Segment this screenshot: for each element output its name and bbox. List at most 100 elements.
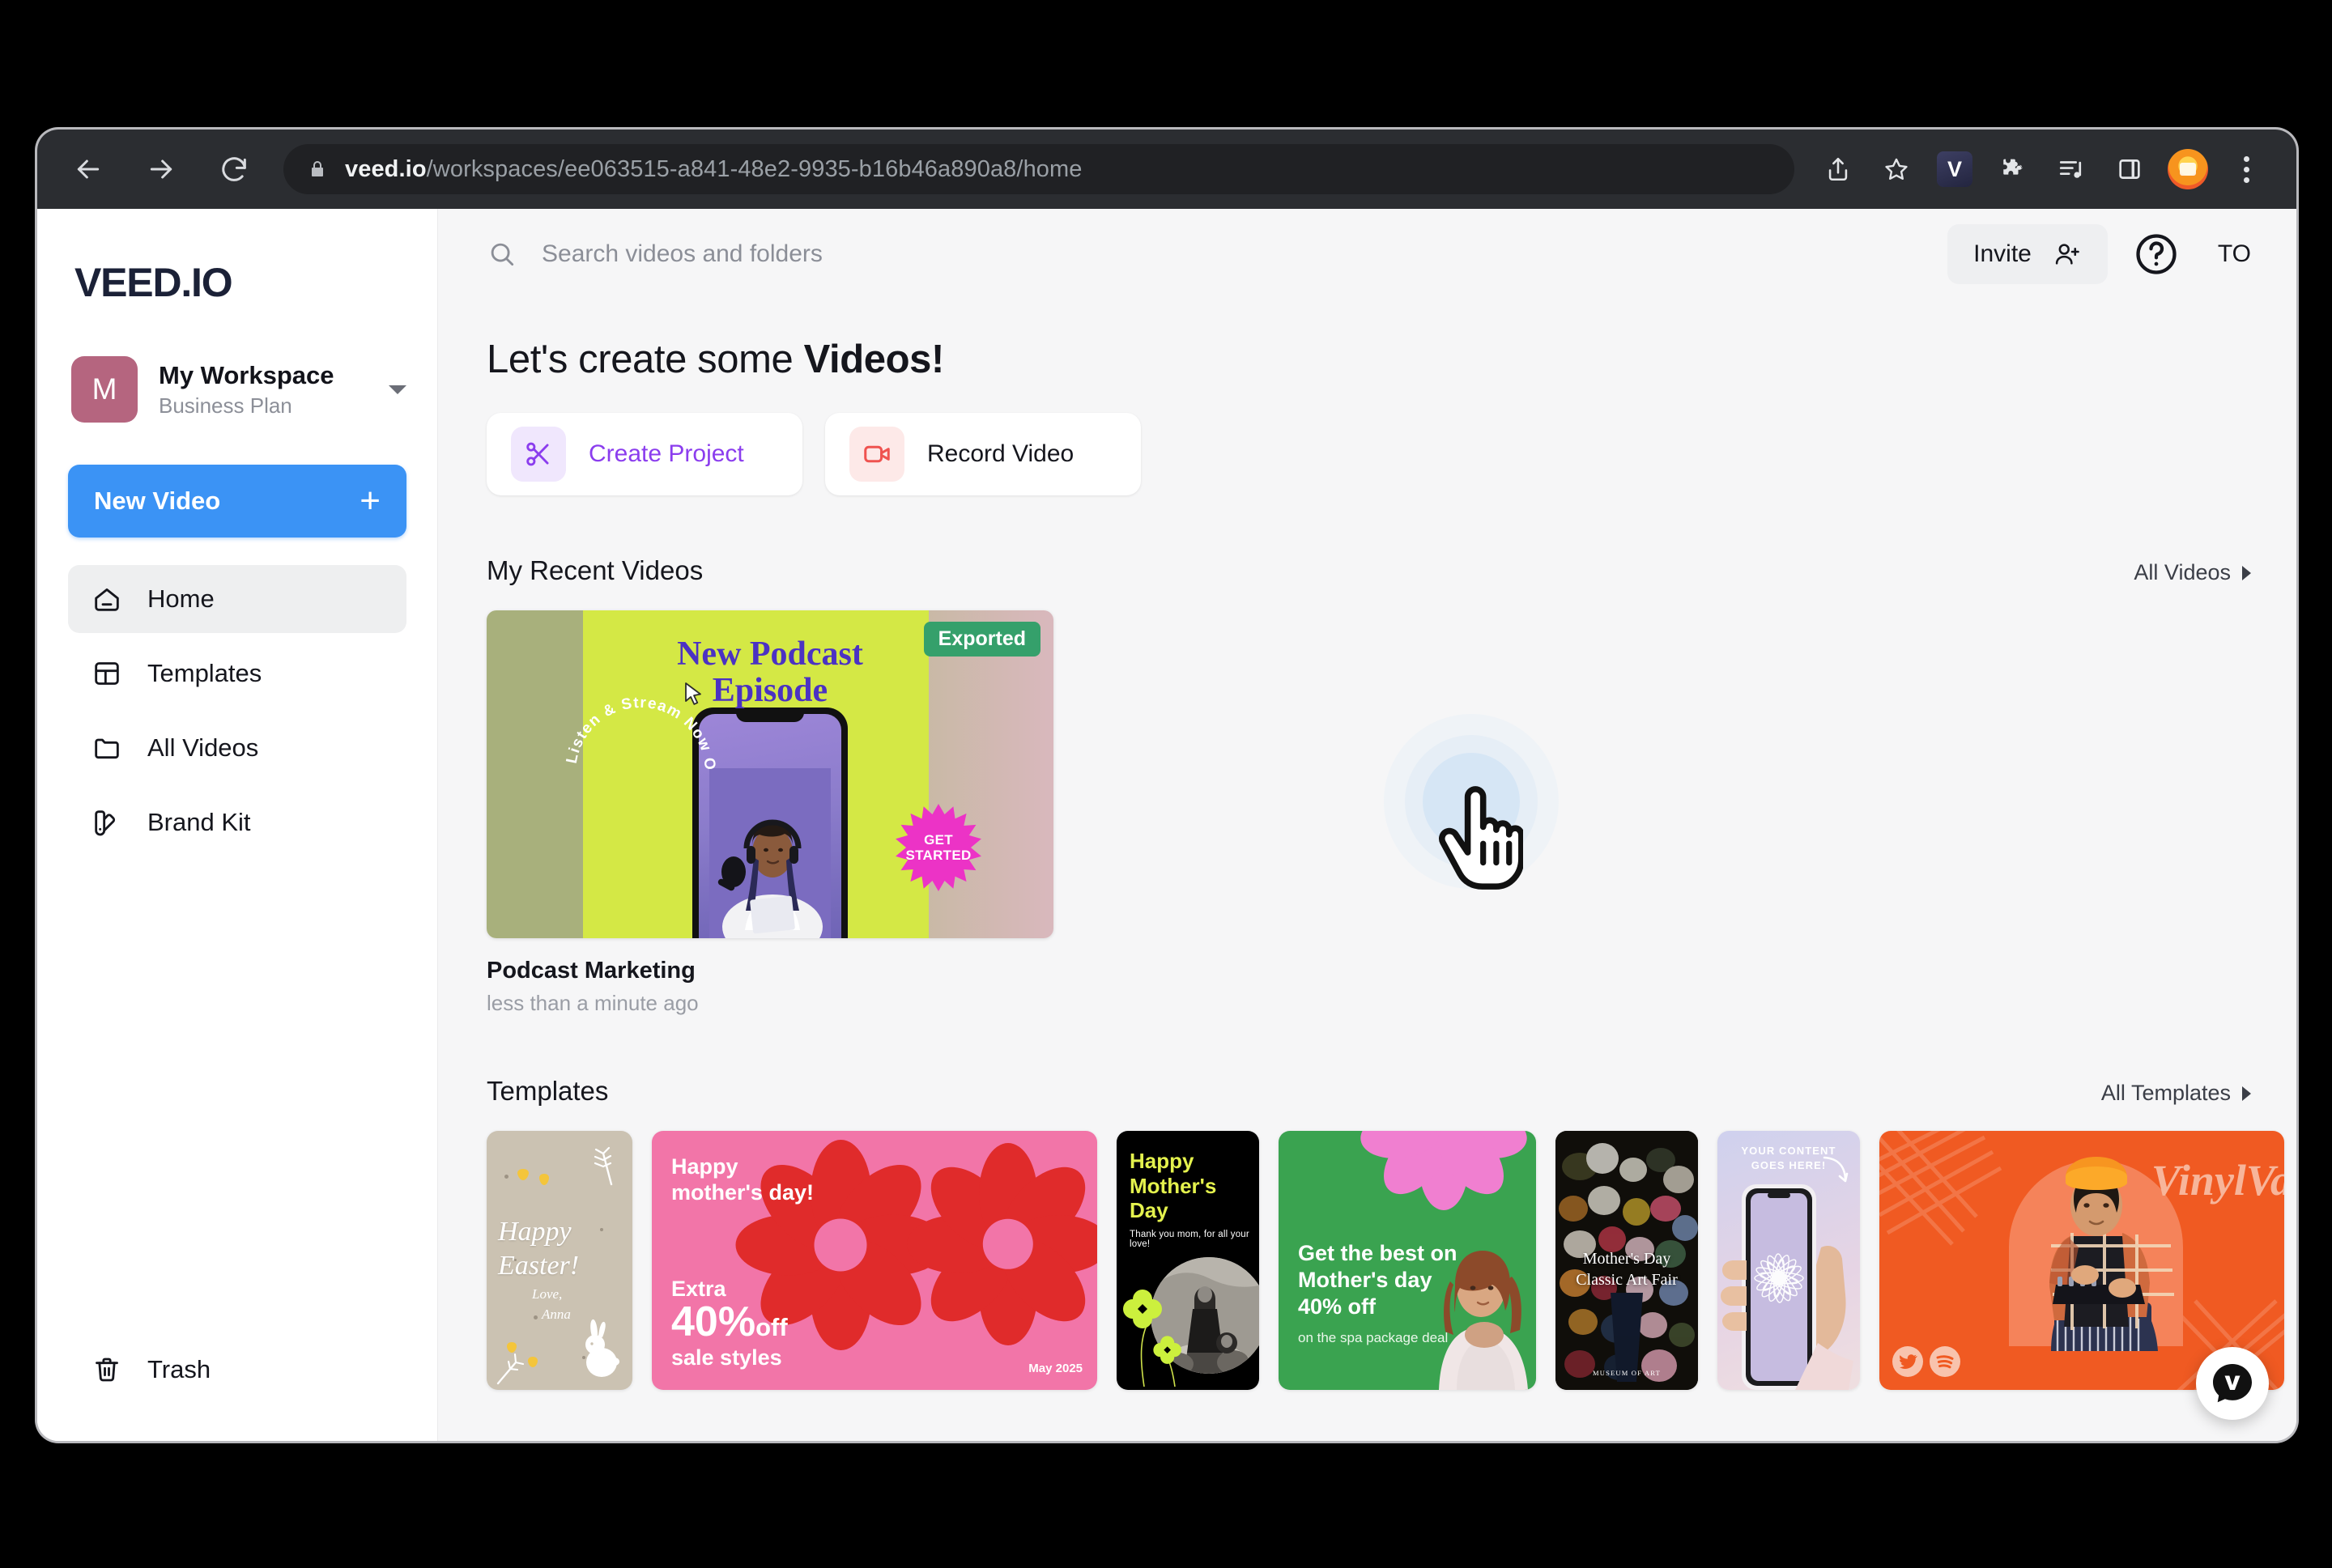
camcorder-icon [849, 427, 904, 482]
hand-holding-phone [1721, 1184, 1853, 1390]
sidebar-footer: Trash [68, 1336, 406, 1441]
sidebar-item-templates[interactable]: Templates [68, 640, 406, 708]
help-circle-icon[interactable] [2132, 230, 2181, 278]
all-templates-link[interactable]: All Templates [2101, 1081, 2251, 1106]
wheat-sprig-icon [594, 1146, 613, 1186]
video-title: Podcast Marketing [487, 958, 696, 984]
invite-button[interactable]: Invite [1947, 224, 2108, 284]
veed-extension-label: V [1937, 151, 1972, 187]
profile-avatar-icon[interactable] [2159, 144, 2217, 194]
template-line: GOES HERE! [1751, 1158, 1827, 1171]
search-box[interactable] [487, 239, 1924, 270]
sidebar-item-all-videos[interactable]: All Videos [68, 714, 406, 782]
chevron-right-icon [2242, 565, 2251, 580]
template-card-your-content[interactable]: YOUR CONTENT GOES HERE! [1717, 1131, 1860, 1390]
template-line: Happy [671, 1154, 738, 1179]
brand-kit-icon [95, 810, 116, 836]
section-title: Templates [487, 1076, 609, 1106]
back-arrow-icon[interactable] [70, 151, 107, 188]
tulip-icon [517, 1169, 529, 1180]
template-line: 40% off [1298, 1294, 1377, 1319]
reload-icon[interactable] [215, 151, 253, 188]
sidebar-nav: Home Templates All Videos Brand Kit [68, 565, 406, 856]
circular-text: Listen & Stream Now On [560, 691, 717, 771]
invite-label: Invite [1973, 240, 2032, 267]
workspace-switcher[interactable]: M My Workspace Business Plan [71, 356, 406, 423]
all-videos-label: All Videos [2134, 560, 2231, 584]
twitter-icon [1892, 1346, 1923, 1377]
search-input[interactable] [542, 240, 1924, 268]
plus-icon: + [360, 481, 381, 521]
main-column: Invite TO Let's create some Videos! [438, 209, 2296, 1441]
record-video-label: Record Video [927, 440, 1075, 467]
home-icon [95, 588, 119, 611]
video-thumbnail[interactable]: Exported New Podcast Episode Listen & St… [487, 610, 1053, 938]
new-video-button[interactable]: New Video + [68, 465, 406, 538]
all-videos-link[interactable]: All Videos [2134, 560, 2251, 585]
template-line: mother's day! [671, 1180, 814, 1205]
template-offer: Extra 40%off sale styles [671, 1277, 788, 1369]
forward-arrow-icon[interactable] [143, 151, 180, 188]
video-timestamp: less than a minute ago [487, 991, 699, 1015]
template-line: Happy [498, 1217, 572, 1247]
template-card-happy-easter[interactable]: Happy Easter! Love, Anna [487, 1131, 632, 1390]
template-line: Easter! [498, 1251, 580, 1281]
content-area: Let's create some Videos! Create Project [438, 300, 2296, 1441]
tulip-icon [507, 1342, 517, 1353]
template-subtext: Love, Anna [532, 1285, 571, 1324]
reading-list-icon[interactable] [2042, 144, 2100, 194]
create-project-card[interactable]: Create Project [487, 413, 802, 495]
templates-carousel: Happy Easter! Love, Anna Happy mother's … [487, 1131, 2284, 1390]
template-card-mothers-day-black[interactable]: Happy Mother's Day Thank you mom, for al… [1117, 1131, 1259, 1390]
daisy-flower-icon [1356, 1131, 1531, 1210]
star-icon[interactable] [1867, 144, 1926, 194]
crosshatch-pattern [1879, 1131, 2002, 1246]
veed-extension-icon[interactable]: V [1926, 144, 1984, 194]
app-body: VEED.IO M My Workspace Business Plan New… [37, 209, 2296, 1441]
template-subtext: Thank you mom, for all your love! [1130, 1230, 1249, 1249]
browser-window: veed.io/workspaces/ee063515-a841-48e2-99… [37, 130, 2296, 1441]
browser-toolbar: veed.io/workspaces/ee063515-a841-48e2-99… [37, 130, 2296, 209]
sidebar-item-brand-kit[interactable]: Brand Kit [68, 788, 406, 856]
template-heading: Happy Mother's Day [1130, 1149, 1216, 1223]
recent-video-card[interactable]: Exported New Podcast Episode Listen & St… [487, 610, 1053, 1016]
recent-videos-header: My Recent Videos All Videos [487, 555, 2251, 586]
search-icon [491, 243, 514, 266]
pointing-hand-cursor [1439, 786, 1523, 890]
headline-bold: Videos! [803, 338, 945, 381]
starburst-line2: STARTED [905, 848, 972, 863]
template-card-mothers-day-sale[interactable]: Happy mother's day! Extra 40%off sale st… [652, 1131, 1097, 1390]
sidebar-item-trash[interactable]: Trash [68, 1336, 406, 1404]
url-path: /workspaces/ee063515-a841-48e2-9935-b16b… [426, 155, 1083, 182]
address-bar[interactable]: veed.io/workspaces/ee063515-a841-48e2-99… [283, 144, 1794, 194]
template-card-classic-art-fair[interactable]: Mother's Day Classic Art Fair MUSEUM OF … [1555, 1131, 1698, 1390]
template-card-spa-package[interactable]: Get the best on Mother's day 40% off on … [1279, 1131, 1536, 1390]
chevron-down-icon [389, 385, 406, 394]
puzzle-piece-icon[interactable] [1984, 144, 2042, 194]
quick-actions: Create Project Record Video [487, 413, 2251, 495]
veed-chat-bubble-icon [2213, 1364, 2252, 1403]
template-heading: Get the best on Mother's day 40% off [1298, 1240, 1458, 1320]
templates-header: Templates All Templates [487, 1076, 2251, 1107]
sidebar-item-label: Trash [147, 1355, 211, 1383]
veed-chat-widget[interactable] [2196, 1347, 2269, 1420]
navigation-buttons [70, 151, 253, 188]
template-date: May 2025 [1028, 1362, 1083, 1375]
sidebar-item-home[interactable]: Home [68, 565, 406, 633]
sidebar-item-label: Templates [147, 659, 262, 687]
bunny-icon [585, 1319, 619, 1377]
veed-logo[interactable]: VEED.IO [74, 259, 406, 306]
template-line: Mother's [1130, 1173, 1217, 1198]
starburst-line1: GET [924, 831, 953, 848]
share-icon[interactable] [1809, 144, 1867, 194]
side-panel-icon[interactable] [2100, 144, 2159, 194]
lock-icon [312, 161, 323, 176]
toolbar-icons: V [1809, 144, 2275, 194]
three-dot-menu-icon[interactable] [2217, 144, 2275, 194]
user-avatar-initials[interactable]: TO [2218, 240, 2251, 268]
record-video-card[interactable]: Record Video [825, 413, 1141, 495]
new-video-label: New Video [94, 487, 221, 515]
template-line: off [755, 1313, 788, 1342]
starburst-text: GET STARTED [905, 832, 971, 863]
template-line: Anna [542, 1306, 571, 1322]
